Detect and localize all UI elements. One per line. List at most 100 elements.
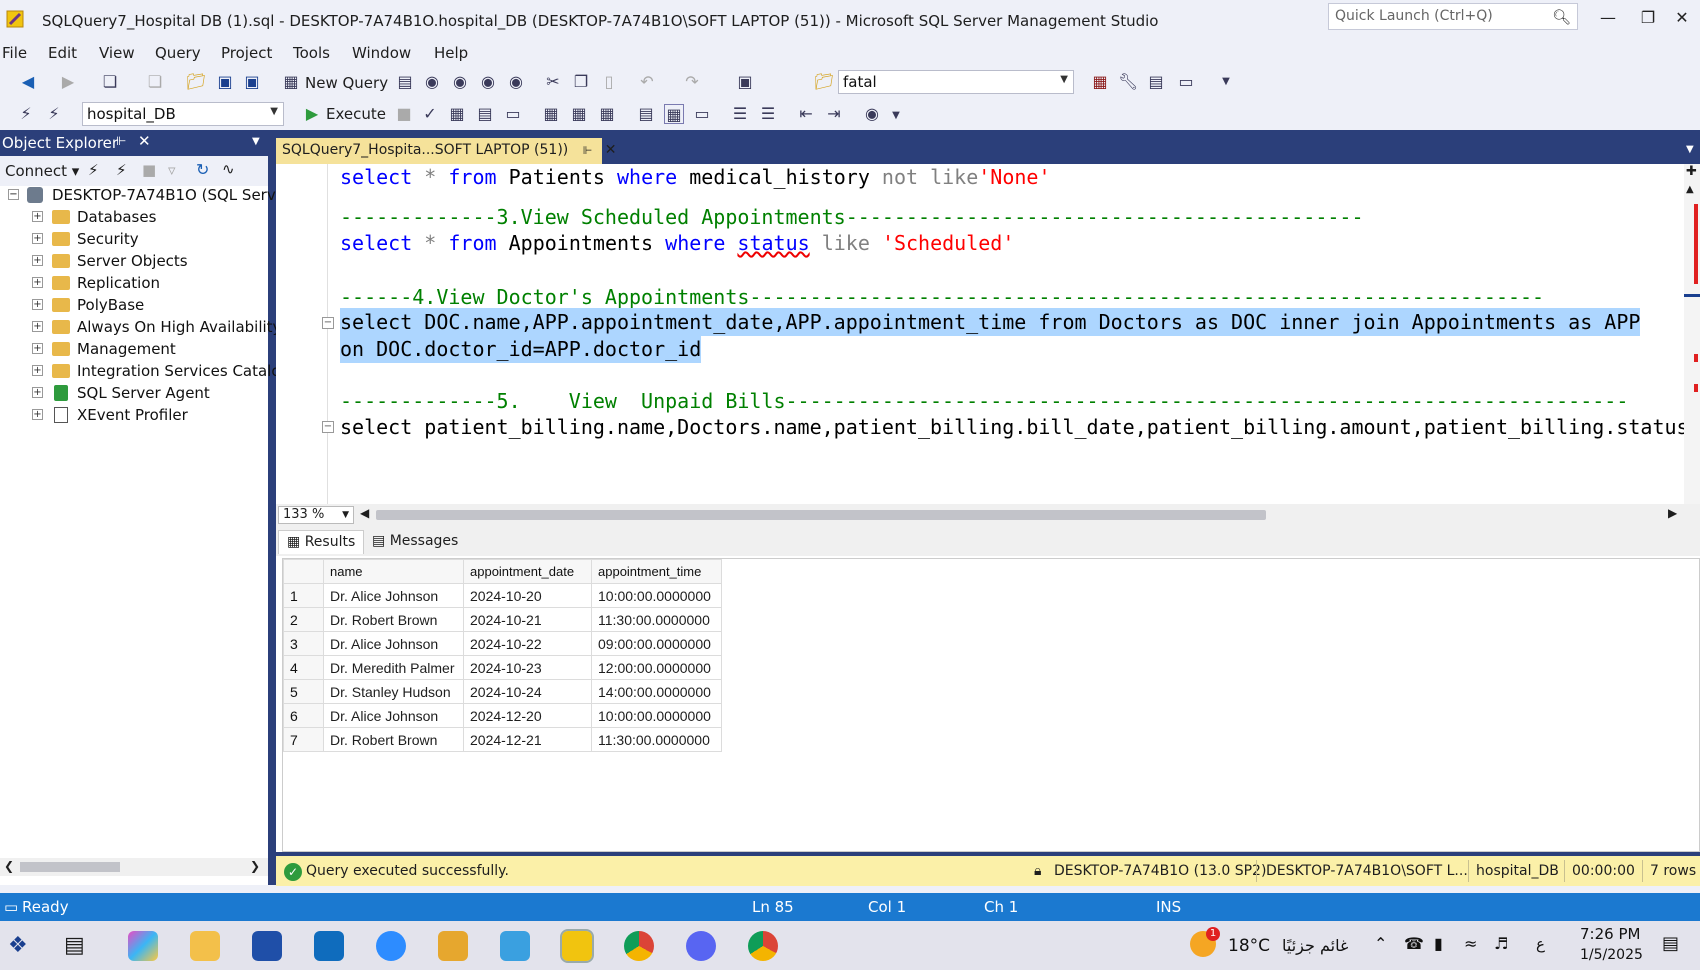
minimize-button[interactable]: —	[1588, 2, 1628, 34]
live-stats-icon[interactable]: ▦	[569, 104, 589, 124]
tab-results[interactable]: ▦ Results	[278, 530, 365, 554]
parse-checkmark-icon[interactable]: ✓	[420, 104, 440, 124]
expand-icon[interactable]: +	[32, 343, 43, 354]
scroll-right-icon[interactable]: ❯	[250, 859, 260, 873]
xmla-query-icon[interactable]: ◉	[478, 72, 498, 92]
task-view-icon[interactable]: ▤	[64, 933, 85, 958]
tree-item-replication[interactable]: + Replication	[0, 272, 268, 294]
save-icon[interactable]: ▣	[215, 72, 235, 92]
cell-appointment-date[interactable]: 2024-10-22	[463, 631, 592, 656]
cell-appointment-date[interactable]: 2024-12-21	[463, 727, 592, 752]
cell-name[interactable]: Dr. Meredith Palmer	[323, 655, 464, 680]
editor-vertical-scrollbar[interactable]: ✚ ▲	[1684, 164, 1700, 504]
output-window-icon[interactable]: ▭	[1176, 72, 1196, 92]
toolbox-icon[interactable]: ▤	[1146, 72, 1166, 92]
close-icon[interactable]: ✕	[138, 132, 151, 150]
discord-icon[interactable]	[686, 931, 716, 961]
find-in-files-icon[interactable]: 📁︎	[814, 72, 834, 92]
scroll-up-icon[interactable]: ▲	[1686, 184, 1694, 195]
close-icon[interactable]: ✕	[605, 142, 617, 158]
pin-icon[interactable]: ⊩	[583, 144, 593, 157]
weather-temperature[interactable]: 18°C	[1228, 936, 1270, 956]
server-node[interactable]: − DESKTOP-7A74B1O (SQL Server	[0, 184, 291, 206]
specify-template-values-icon[interactable]: ◉	[862, 104, 882, 124]
decrease-indent-icon[interactable]: ⇤	[796, 104, 816, 124]
cell-appointment-date[interactable]: 2024-10-20	[463, 583, 592, 608]
menu-help[interactable]: Help	[434, 44, 468, 62]
include-plan-icon[interactable]: ▦	[541, 104, 561, 124]
row-number[interactable]: 7	[283, 727, 324, 752]
collapse-icon[interactable]: −	[322, 317, 334, 329]
quick-launch-input[interactable]: Quick Launch (Ctrl+Q) 🔍︎	[1328, 3, 1578, 30]
cell-name[interactable]: Dr. Stanley Hudson	[323, 679, 464, 704]
undo-icon[interactable]: ↶	[637, 72, 657, 92]
table-row[interactable]: 5 Dr. Stanley Hudson 2024-10-24 14:00:00.00…	[283, 679, 722, 704]
dax-query-icon[interactable]: ◉	[506, 72, 526, 92]
menu-window[interactable]: Window	[352, 44, 411, 62]
expand-icon[interactable]: +	[32, 321, 43, 332]
tree-item-integration-services[interactable]: + Integration Services Catalog	[0, 360, 290, 382]
uncomment-icon[interactable]: ☰	[758, 104, 778, 124]
cell-name[interactable]: Dr. Alice Johnson	[323, 703, 464, 728]
weather-description[interactable]: غائم جزئيًا	[1282, 936, 1348, 955]
increase-indent-icon[interactable]: ⇥	[824, 104, 844, 124]
activity-monitor-icon[interactable]: ▣	[735, 72, 755, 92]
back-icon[interactable]: ◀	[18, 72, 38, 92]
row-number[interactable]: 6	[283, 703, 324, 728]
cell-appointment-time[interactable]: 14:00:00.0000000	[591, 679, 722, 704]
connect-plug-icon[interactable]: ⚡︎	[88, 161, 99, 179]
outlook-icon[interactable]	[314, 931, 344, 961]
row-number[interactable]: 5	[283, 679, 324, 704]
table-row[interactable]: 1 Dr. Alice Johnson 2024-10-20 10:00:00.000…	[283, 583, 722, 608]
cell-appointment-time[interactable]: 09:00:00.0000000	[591, 631, 722, 656]
expand-icon[interactable]: +	[32, 211, 43, 222]
tree-item-management[interactable]: + Management	[0, 338, 268, 360]
query-designer-icon[interactable]: ▤	[475, 104, 495, 124]
scrollbar-thumb[interactable]	[20, 862, 120, 872]
results-to-file-icon[interactable]: ▭	[692, 104, 712, 124]
cell-name[interactable]: Dr. Robert Brown	[323, 607, 464, 632]
search-combo[interactable]: fatal ▼	[838, 70, 1074, 94]
cell-appointment-time[interactable]: 10:00:00.0000000	[591, 703, 722, 728]
split-icon[interactable]: ✚	[1686, 164, 1697, 179]
expand-icon[interactable]: +	[32, 233, 43, 244]
cell-appointment-date[interactable]: 2024-12-20	[463, 703, 592, 728]
scroll-right-icon[interactable]: ▶	[1668, 506, 1677, 520]
filter-icon[interactable]: ▿	[168, 161, 176, 179]
object-explorer-scrollbar[interactable]: ❮ ❯	[0, 858, 268, 876]
stop-icon[interactable]: ■	[142, 161, 156, 179]
table-row[interactable]: 6 Dr. Alice Johnson 2024-12-20 10:00:00.000…	[283, 703, 722, 728]
column-header-name[interactable]: name	[323, 559, 464, 584]
client-stats-icon[interactable]: ▦	[597, 104, 617, 124]
cell-name[interactable]: Dr. Alice Johnson	[323, 631, 464, 656]
refresh-icon[interactable]: ↻	[196, 160, 209, 179]
expand-icon[interactable]: +	[32, 387, 43, 398]
row-number[interactable]: 3	[283, 631, 324, 656]
redo-icon[interactable]: ↷	[682, 72, 702, 92]
connect-dropdown[interactable]: Connect ▾	[5, 162, 79, 180]
expand-icon[interactable]: +	[32, 255, 43, 266]
new-project-icon[interactable]: ❏	[100, 72, 120, 92]
tree-item-sql-server-agent[interactable]: + SQL Server Agent	[0, 382, 268, 404]
scroll-left-icon[interactable]: ❮	[4, 859, 14, 873]
volume-icon[interactable]: ♬	[1494, 934, 1508, 953]
battery-icon[interactable]: ▮	[1434, 934, 1443, 953]
display-plan-icon[interactable]: ▦	[447, 104, 467, 124]
tree-item-security[interactable]: + Security	[0, 228, 268, 250]
input-language[interactable]: ع	[1536, 935, 1545, 953]
camera-app-icon[interactable]	[500, 931, 530, 961]
show-hidden-icons-icon[interactable]: ⌃	[1374, 934, 1387, 953]
tree-item-databases[interactable]: + Databases	[0, 206, 268, 228]
windows-start-icon[interactable]: ❖	[8, 933, 28, 958]
menu-tools[interactable]: Tools	[293, 44, 330, 62]
tool-app-icon[interactable]	[438, 931, 468, 961]
zoom-dropdown[interactable]: 133 % ▼	[278, 506, 354, 524]
tree-item-server-objects[interactable]: + Server Objects	[0, 250, 268, 272]
column-header-appointment-time[interactable]: appointment_time	[591, 559, 722, 584]
cell-appointment-time[interactable]: 11:30:00.0000000	[591, 727, 722, 752]
collapse-icon[interactable]: −	[8, 189, 19, 200]
toolbar-options-icon[interactable]: ▼	[1216, 72, 1236, 92]
menu-edit[interactable]: Edit	[48, 44, 77, 62]
scroll-left-icon[interactable]: ◀	[360, 506, 369, 520]
activity-icon[interactable]: ∿	[222, 160, 235, 178]
